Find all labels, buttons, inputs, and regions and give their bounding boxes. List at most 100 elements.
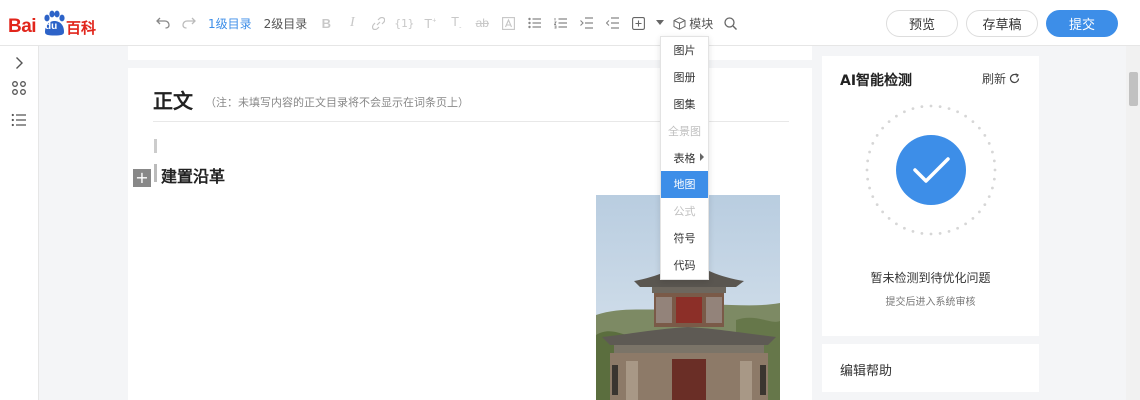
ring-dot <box>938 231 942 235</box>
edit-help-panel[interactable]: 编辑帮助 <box>822 344 1039 392</box>
ai-check-panel: AI智能检测 刷新 暂未检测到待优化问题 提交后进入系统审核 <box>822 56 1039 336</box>
italic-icon: I <box>349 15 355 30</box>
ring-dot <box>881 126 885 130</box>
ring-dot <box>895 222 898 226</box>
heading1-button[interactable]: 1级目录 <box>202 0 258 46</box>
ring-dot <box>865 168 869 172</box>
section-marker <box>154 164 157 182</box>
logo-bai-text: Bai <box>8 16 37 37</box>
ai-status-subtext: 提交后进入系统审核 <box>885 297 976 308</box>
ring-dot <box>971 216 975 220</box>
bold-button[interactable]: B <box>313 0 339 46</box>
left-sidebar <box>0 46 39 400</box>
superscript-button[interactable]: T+ <box>417 0 443 46</box>
logo-du-text: du <box>45 21 58 32</box>
numbered-list-button[interactable] <box>547 0 573 46</box>
menu-item-symbol[interactable]: 符号 <box>661 225 708 252</box>
ring-dot <box>929 104 933 108</box>
search-button[interactable] <box>717 0 743 46</box>
ring-dot <box>875 134 879 137</box>
ring-dot <box>992 159 996 163</box>
ring-dot <box>993 168 997 172</box>
ring-dot <box>871 142 875 145</box>
page-title: 正文 <box>153 89 193 113</box>
ring-dot <box>991 186 994 190</box>
previous-block <box>128 46 812 60</box>
undo-button[interactable] <box>150 0 176 46</box>
ai-status-message: 暂未检测到待优化问题 <box>870 271 991 285</box>
text-box-icon <box>501 16 515 30</box>
ring-dot <box>983 134 987 137</box>
paragraph-marker[interactable] <box>154 139 157 153</box>
ring-dot <box>987 142 991 145</box>
preview-button[interactable]: 预览 <box>886 10 958 37</box>
menu-item-album[interactable]: 图册 <box>661 64 708 91</box>
ring-dot <box>866 159 870 163</box>
ring-dot <box>868 150 871 154</box>
menu-item-panorama: 全景图 <box>668 124 701 138</box>
chevron-right-icon[interactable] <box>11 55 27 71</box>
indent-icon <box>579 17 593 29</box>
menu-item-formula: 公式 <box>673 205 696 219</box>
menu-item-image[interactable]: 图片 <box>661 37 708 64</box>
text-box-button[interactable] <box>495 0 521 46</box>
ring-dot <box>956 226 959 230</box>
italic-button[interactable]: I <box>339 0 365 46</box>
dropdown-arrow-icon <box>656 20 665 25</box>
menu-item-table[interactable]: 表格 <box>661 144 708 171</box>
bullet-list-button[interactable] <box>521 0 547 46</box>
subscript-icon: T- <box>451 14 462 32</box>
numbered-list-icon <box>553 18 567 29</box>
submit-button[interactable]: 提交 <box>1046 10 1118 37</box>
insert-menu: 图片 图册 图集 全景图 表格 地图 公式 符号 代码 <box>660 36 709 280</box>
ring-dot <box>938 105 942 109</box>
section-heading[interactable]: 建置沿革 <box>161 163 225 187</box>
help-panel-title: 编辑帮助 <box>840 364 893 379</box>
ring-dot <box>971 120 975 124</box>
ring-dot <box>911 230 915 233</box>
undo-icon <box>156 17 170 29</box>
formula-icon: {1} <box>394 16 415 30</box>
ring-dot <box>866 177 870 181</box>
outline-list-icon[interactable] <box>11 112 27 128</box>
ring-dot <box>964 222 967 226</box>
editor-card[interactable]: 正文 （注：未填写内容的正文目录将不会显示在词条页上） + 建置沿革 <box>128 68 812 400</box>
ring-dot <box>929 232 933 236</box>
baidu-baike-logo[interactable]: Bai du 百科 <box>8 8 98 38</box>
ring-dot <box>868 186 871 190</box>
ring-dot <box>977 126 981 130</box>
strikethrough-button[interactable]: ab <box>469 0 495 46</box>
link-icon <box>371 16 385 30</box>
outdent-button[interactable] <box>599 0 625 46</box>
redo-icon <box>182 17 196 29</box>
grid-apps-icon[interactable] <box>11 80 27 96</box>
insert-icon <box>631 16 645 30</box>
ring-dot <box>881 210 885 214</box>
add-block-button[interactable]: + <box>133 169 151 187</box>
menu-item-gallery[interactable]: 图集 <box>661 91 708 118</box>
insert-button[interactable] <box>625 0 651 46</box>
heading2-button[interactable]: 2级目录 <box>258 0 314 46</box>
menu-item-table-label: 表格 <box>673 151 696 165</box>
ring-dot <box>903 110 906 114</box>
ai-panel-title: AI智能检测 <box>840 73 913 89</box>
scrollbar-thumb[interactable] <box>1129 72 1138 106</box>
save-draft-button[interactable]: 存草稿 <box>966 10 1038 37</box>
ring-dot <box>947 107 951 110</box>
ring-dot <box>977 210 981 214</box>
refresh-icon <box>1009 73 1020 84</box>
refresh-button[interactable]: 刷新 <box>982 70 1020 87</box>
formula-button[interactable]: {1} <box>391 0 417 46</box>
refresh-label: 刷新 <box>982 72 1007 86</box>
menu-item-code[interactable]: 代码 <box>661 251 708 278</box>
redo-button[interactable] <box>176 0 202 46</box>
ring-dot <box>992 177 996 181</box>
indent-button[interactable] <box>573 0 599 46</box>
submenu-arrow-icon <box>700 153 704 162</box>
menu-item-map[interactable]: 地图 <box>661 170 708 198</box>
ring-dot <box>987 195 991 198</box>
link-button[interactable] <box>365 0 391 46</box>
subscript-button[interactable]: T- <box>443 0 469 46</box>
editor-toolbar: Bai du 百科 1级目录 2级目录 B I {1} T+ T- ab 模块 … <box>0 0 1140 46</box>
ring-dot <box>887 120 891 124</box>
